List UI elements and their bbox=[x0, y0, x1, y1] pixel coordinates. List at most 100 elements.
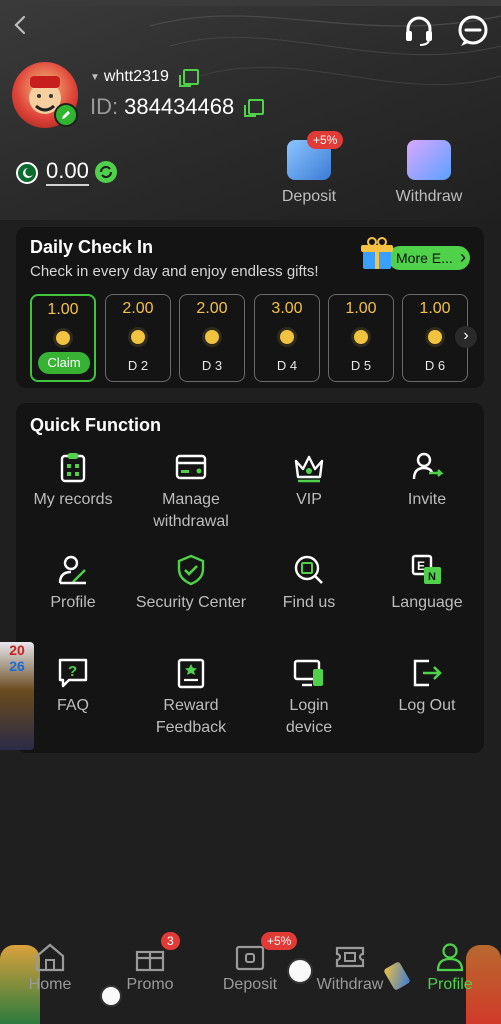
nav-home-label: Home bbox=[28, 976, 72, 993]
headset-icon[interactable] bbox=[402, 14, 436, 48]
profile-button[interactable]: Profile bbox=[14, 554, 132, 614]
quick-function-card: Quick Function My records Manage withdra… bbox=[16, 403, 484, 753]
withdraw-ticket-icon bbox=[335, 946, 365, 968]
device-icon bbox=[293, 659, 323, 687]
language-button[interactable]: E N Language bbox=[368, 554, 486, 614]
qf-label: Reward Feedback bbox=[155, 697, 227, 736]
qf-label: Login device bbox=[285, 697, 333, 736]
day-amount: 1.00 bbox=[47, 301, 79, 318]
profile-icon bbox=[436, 943, 464, 972]
day-amount: 3.00 bbox=[271, 300, 303, 317]
edit-avatar-icon[interactable] bbox=[54, 103, 78, 127]
day-amount: 2.00 bbox=[196, 300, 228, 317]
checkin-title: Daily Check In bbox=[30, 237, 154, 257]
svg-text:E: E bbox=[417, 559, 425, 573]
checkin-day-5[interactable]: 1.00 D 5 bbox=[328, 294, 394, 382]
claim-button[interactable]: Claim bbox=[38, 352, 90, 374]
deposit-wallet-icon bbox=[235, 945, 265, 971]
side-ad-year-top: 20 bbox=[9, 642, 25, 658]
deposit-bonus-badge: +5% bbox=[307, 131, 344, 149]
back-icon[interactable] bbox=[10, 14, 32, 36]
qf-label: Language bbox=[391, 594, 463, 611]
nav-profile[interactable]: Profile bbox=[410, 942, 490, 994]
gift-icon bbox=[361, 237, 393, 269]
nav-withdraw-label: Withdraw bbox=[316, 976, 384, 993]
nav-home[interactable]: Home bbox=[10, 942, 90, 994]
coin-icon bbox=[131, 330, 145, 344]
day-label: D 6 bbox=[424, 358, 446, 373]
user-id-value: 384434468 bbox=[124, 94, 235, 119]
football-icon bbox=[100, 985, 122, 1007]
more-events-button[interactable]: More E... bbox=[388, 246, 470, 270]
checkin-day-3[interactable]: 2.00 D 3 bbox=[179, 294, 245, 382]
balance: 0.00 bbox=[46, 158, 89, 186]
logout-button[interactable]: Log Out bbox=[368, 657, 486, 717]
deposit-button[interactable]: Deposit bbox=[264, 140, 354, 206]
day-label: D 4 bbox=[276, 358, 298, 373]
security-center-button[interactable]: Security Center bbox=[132, 554, 250, 614]
user-id-row: ID: 384434468 bbox=[90, 94, 265, 120]
card-icon bbox=[175, 454, 207, 480]
qf-label: My records bbox=[33, 491, 113, 508]
username: whtt2319 bbox=[103, 68, 169, 85]
qf-label: Security Center bbox=[135, 594, 247, 611]
shield-check-icon bbox=[177, 554, 205, 586]
checkin-subtitle: Check in every day and enjoy endless gif… bbox=[30, 263, 319, 280]
vip-button[interactable]: VIP bbox=[250, 451, 368, 511]
refresh-icon[interactable] bbox=[94, 160, 118, 184]
gift-box-icon bbox=[135, 950, 165, 972]
reward-feedback-button[interactable]: Reward Feedback bbox=[132, 657, 250, 739]
withdraw-label: Withdraw bbox=[395, 188, 463, 205]
worldcup-side-banner[interactable]: 20 26 bbox=[0, 642, 34, 750]
username-row: ▼ whtt2319 bbox=[90, 68, 199, 87]
my-records-button[interactable]: My records bbox=[14, 451, 132, 511]
nav-promo[interactable]: Promo bbox=[110, 942, 190, 994]
day-amount: 1.00 bbox=[419, 300, 451, 317]
quick-function-title: Quick Function bbox=[30, 415, 162, 435]
login-device-button[interactable]: Login device bbox=[250, 657, 368, 739]
nav-deposit-label: Deposit bbox=[222, 976, 278, 993]
daily-checkin-card: Daily Check In Check in every day and en… bbox=[16, 227, 484, 388]
pakistan-flag-icon bbox=[16, 162, 38, 184]
deposit-label: Deposit bbox=[281, 188, 337, 205]
day-label: D 2 bbox=[127, 358, 149, 373]
nav-deposit-bonus-badge: +5% bbox=[261, 932, 298, 950]
qf-label: Invite bbox=[407, 491, 447, 508]
coin-icon bbox=[280, 330, 294, 344]
more-events-label: More E... bbox=[396, 250, 453, 266]
find-us-button[interactable]: Find us bbox=[250, 554, 368, 614]
coin-icon bbox=[205, 330, 219, 344]
invite-button[interactable]: Invite bbox=[368, 451, 486, 511]
language-icon: E N bbox=[411, 554, 441, 584]
user-id-label: ID: bbox=[90, 94, 119, 119]
day-label: D 3 bbox=[201, 358, 223, 373]
invite-user-icon bbox=[412, 452, 443, 480]
clipboard-icon bbox=[60, 453, 86, 483]
day-amount: 2.00 bbox=[122, 300, 154, 317]
nav-profile-label: Profile bbox=[427, 976, 473, 993]
checkin-day-2[interactable]: 2.00 D 2 bbox=[105, 294, 171, 382]
day-amount: 1.00 bbox=[345, 300, 377, 317]
cards-icon bbox=[407, 140, 451, 180]
nav-promo-label: Promo bbox=[126, 976, 174, 993]
withdraw-button[interactable]: Withdraw bbox=[384, 140, 474, 206]
checkin-day-4[interactable]: 3.00 D 4 bbox=[254, 294, 320, 382]
coin-icon bbox=[428, 330, 442, 344]
chat-icon[interactable] bbox=[456, 14, 490, 48]
question-chat-icon: ? bbox=[58, 658, 88, 688]
coin-icon bbox=[56, 331, 70, 345]
manage-withdrawal-button[interactable]: Manage withdrawal bbox=[132, 451, 250, 533]
qf-label: Manage withdrawal bbox=[153, 491, 229, 530]
svg-text:?: ? bbox=[68, 663, 77, 680]
copy-id-icon[interactable] bbox=[244, 99, 265, 117]
copy-username-icon[interactable] bbox=[178, 69, 199, 87]
logout-icon bbox=[413, 659, 442, 687]
home-icon bbox=[35, 943, 65, 972]
svg-text:N: N bbox=[428, 571, 436, 583]
nav-withdraw[interactable]: Withdraw bbox=[310, 942, 390, 994]
reward-doc-icon bbox=[177, 658, 205, 689]
chevron-right-icon[interactable]: › bbox=[455, 326, 477, 348]
search-doc-icon bbox=[294, 555, 323, 584]
checkin-day-1[interactable]: 1.00 Claim bbox=[30, 294, 96, 382]
caret-down-icon: ▼ bbox=[90, 71, 100, 83]
